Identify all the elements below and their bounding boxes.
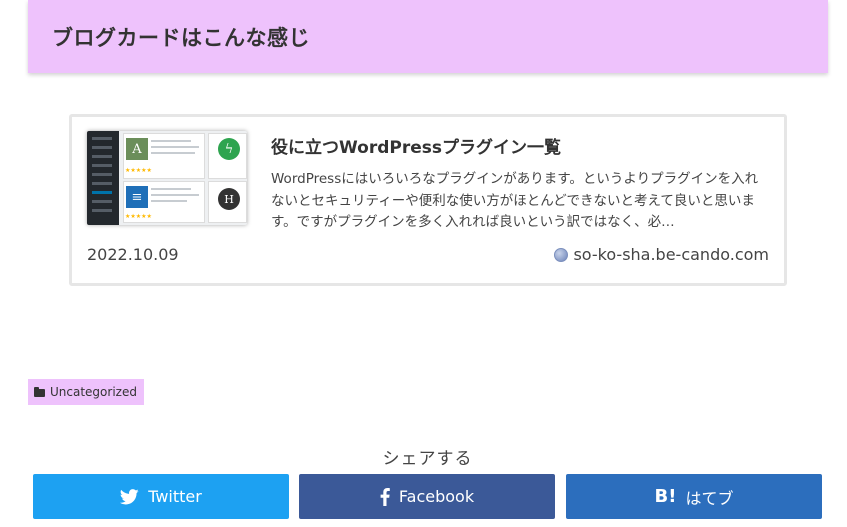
thumbnail-rating-stars: ★★★★★ (125, 213, 152, 220)
section-heading-title: ブログカードはこんな感じ (52, 25, 310, 50)
blog-card-thumbnail[interactable]: A ϟ ≡ H ★★★★★ ★★★★★ (87, 131, 247, 225)
blog-card-date: 2022.10.09 (87, 245, 179, 264)
category-badge[interactable]: Uncategorized (28, 379, 144, 405)
thumbnail-text-line (151, 152, 195, 154)
thumbnail-rating-stars: ★★★★★ (125, 167, 152, 174)
folder-icon (34, 386, 45, 397)
share-hatena-label: はてブ (685, 488, 734, 508)
share-hatena-button[interactable]: B! はてブ (566, 474, 822, 519)
thumbnail-text-line (151, 140, 191, 142)
blog-card-title[interactable]: 役に立つWordPressプラグイン一覧 (271, 133, 561, 158)
facebook-f-icon (380, 487, 390, 506)
thumbnail-admin-sidebar (87, 131, 119, 225)
share-twitter-button[interactable]: Twitter (33, 474, 289, 519)
thumbnail-text-line (151, 200, 187, 202)
blog-card-site[interactable]: so-ko-sha.be-cando.com (554, 245, 769, 264)
hatena-bookmark-icon: B! (654, 486, 677, 507)
plugin-document-icon: ≡ (126, 186, 148, 208)
blog-card-excerpt: WordPressにはいろいろなプラグインがあります。というよりプラグインを入れ… (271, 171, 759, 230)
twitter-bird-icon (120, 488, 139, 504)
blog-card-site-label: so-ko-sha.be-cando.com (573, 245, 769, 264)
plugin-h-icon: H (218, 188, 240, 210)
share-heading: シェアする (382, 449, 473, 469)
section-heading: ブログカードはこんな感じ (28, 0, 828, 73)
thumbnail-text-line (151, 188, 191, 190)
share-twitter-label: Twitter (148, 487, 202, 506)
share-facebook-label: Facebook (398, 487, 475, 506)
plugin-a-icon: A (126, 138, 148, 160)
thumbnail-text-line (151, 194, 199, 196)
category-label: Uncategorized (50, 385, 137, 399)
blog-card[interactable]: A ϟ ≡ H ★★★★★ ★★★★★ 役に立つWordPressプラグイン一覧… (69, 114, 787, 286)
thumbnail-text-line (151, 146, 199, 148)
globe-icon (554, 247, 569, 262)
share-facebook-button[interactable]: Facebook (299, 474, 555, 519)
plugin-bolt-icon: ϟ (218, 138, 240, 160)
